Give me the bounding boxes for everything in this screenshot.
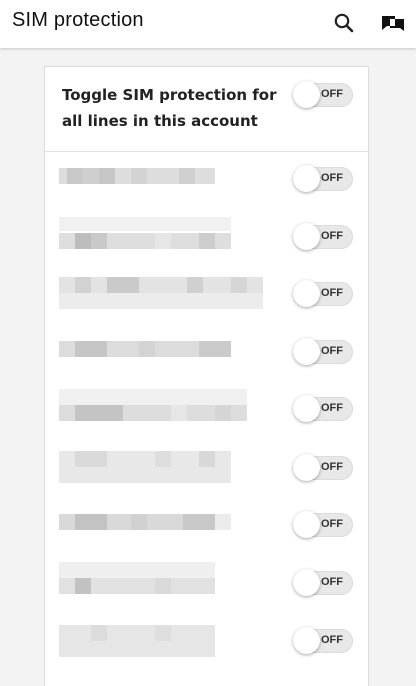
line-row: OFF xyxy=(45,499,368,557)
redacted-line-name xyxy=(59,389,247,421)
toggle-knob xyxy=(293,454,320,481)
toggle-state-label: OFF xyxy=(321,88,343,100)
master-toggle-label: Toggle SIM protection for all lines in t… xyxy=(62,86,277,130)
line-toggle-switch[interactable]: OFF xyxy=(293,627,353,654)
line-row: OFF xyxy=(45,441,368,499)
line-toggle-switch[interactable]: OFF xyxy=(293,395,353,422)
toggle-knob xyxy=(293,81,320,108)
line-row: OFF xyxy=(45,325,368,383)
line-row: OFF xyxy=(45,151,368,209)
toggle-knob xyxy=(293,511,320,538)
line-toggle-switch[interactable]: OFF xyxy=(293,280,353,307)
line-toggle-switch[interactable]: OFF xyxy=(293,511,353,538)
line-toggle-switch[interactable]: OFF xyxy=(293,338,353,365)
toggle-knob xyxy=(293,223,320,250)
sim-protection-card: Toggle SIM protection for all lines in t… xyxy=(44,66,369,686)
toggle-knob xyxy=(293,280,320,307)
redacted-line-name xyxy=(59,451,231,483)
chat-icon[interactable] xyxy=(380,10,406,36)
toggle-state-label: OFF xyxy=(321,576,343,588)
toggle-knob xyxy=(293,627,320,654)
page-title: SIM protection xyxy=(12,9,144,31)
toggle-state-label: OFF xyxy=(321,230,343,242)
app-header: SIM protection xyxy=(0,0,416,48)
line-row: OFF xyxy=(45,209,368,267)
line-toggle-switch[interactable]: OFF xyxy=(293,569,353,596)
redacted-line-name xyxy=(59,217,231,249)
toggle-state-label: OFF xyxy=(321,345,343,357)
line-row: OFF xyxy=(45,383,368,441)
line-row: OFF xyxy=(45,615,368,673)
toggle-knob xyxy=(293,165,320,192)
toggle-state-label: OFF xyxy=(321,634,343,646)
redacted-line-name xyxy=(59,341,247,357)
toggle-knob xyxy=(293,395,320,422)
redacted-line-name xyxy=(59,168,215,184)
line-row: OFF xyxy=(45,267,368,325)
redacted-line-name xyxy=(59,277,263,309)
line-toggle-switch[interactable]: OFF xyxy=(293,454,353,481)
master-toggle-row: Toggle SIM protection for all lines in t… xyxy=(45,67,368,152)
toggle-state-label: OFF xyxy=(321,461,343,473)
search-icon[interactable] xyxy=(331,10,357,36)
line-toggle-switch[interactable]: OFF xyxy=(293,165,353,192)
toggle-knob xyxy=(293,569,320,596)
toggle-state-label: OFF xyxy=(321,172,343,184)
redacted-line-name xyxy=(59,625,215,657)
redacted-line-name xyxy=(59,562,215,594)
toggle-knob xyxy=(293,338,320,365)
master-toggle-switch[interactable]: OFF xyxy=(293,81,353,108)
toggle-state-label: OFF xyxy=(321,402,343,414)
toggle-state-label: OFF xyxy=(321,287,343,299)
line-row: OFF xyxy=(45,557,368,615)
toggle-state-label: OFF xyxy=(321,518,343,530)
redacted-line-name xyxy=(59,514,231,530)
line-toggle-switch[interactable]: OFF xyxy=(293,223,353,250)
